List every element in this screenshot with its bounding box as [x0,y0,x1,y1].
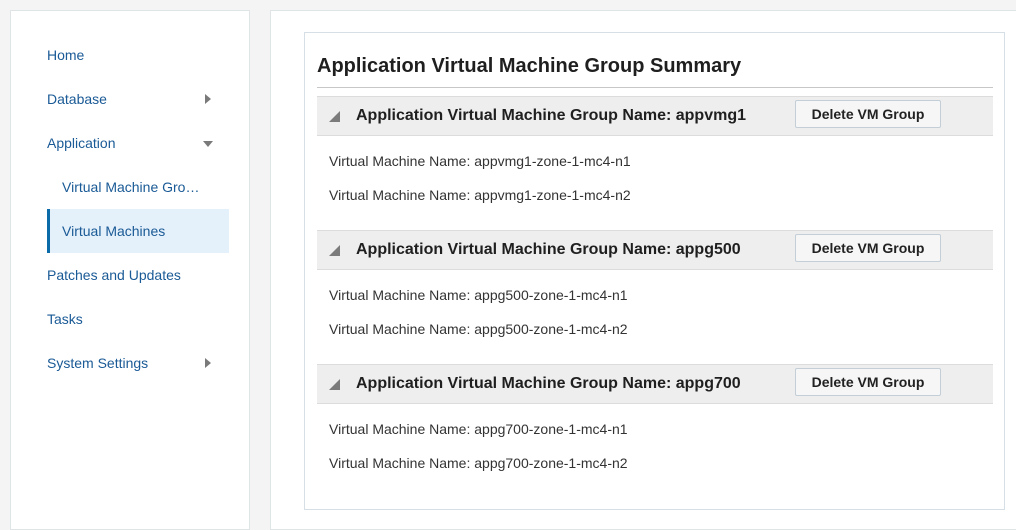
delete-vm-group-button[interactable]: Delete VM Group [795,234,941,262]
page-title: Application Virtual Machine Group Summar… [317,55,742,77]
vm-list: Virtual Machine Name: appg700-zone-1-mc4… [317,404,993,480]
vm-group-header: Application Virtual Machine Group Name: … [317,230,993,270]
nav-item-label: Application [47,135,116,151]
vm-list-item: Virtual Machine Name: appvmg1-zone-1-mc4… [329,153,631,169]
chevron-right-icon[interactable] [205,358,211,368]
delete-vm-group-button[interactable]: Delete VM Group [795,100,941,128]
nav-item-label: Virtual Machines [62,223,166,239]
nav-item-system-settings[interactable]: System Settings [47,341,229,385]
vm-group-name: Application Virtual Machine Group Name: … [356,107,746,124]
sidebar: Home Database Application Virtual Machin… [10,10,250,530]
vm-list: Virtual Machine Name: appvmg1-zone-1-mc4… [317,136,993,212]
nav-item-tasks[interactable]: Tasks [47,297,229,341]
vm-list: Virtual Machine Name: appg500-zone-1-mc4… [317,270,993,346]
nav-item-label: Patches and Updates [47,267,181,283]
nav-item-virtual-machine-groups[interactable]: Virtual Machine Groups [47,165,229,209]
collapse-triangle-icon[interactable] [329,245,340,256]
nav-item-label: Tasks [47,311,83,327]
vm-list-item: Virtual Machine Name: appg700-zone-1-mc4… [329,421,628,437]
nav-item-label: Virtual Machine Groups [62,179,207,195]
title-divider [317,87,993,88]
nav-item-application[interactable]: Application [47,121,229,165]
navigation-menu: Home Database Application Virtual Machin… [47,33,229,385]
vm-group-header: Application Virtual Machine Group Name: … [317,364,993,404]
nav-item-virtual-machines[interactable]: Virtual Machines [47,209,229,253]
nav-item-database[interactable]: Database [47,77,229,121]
vm-group-appg700: Application Virtual Machine Group Name: … [317,364,993,480]
nav-item-label: System Settings [47,355,149,371]
nav-item-home[interactable]: Home [47,33,229,77]
delete-vm-group-button[interactable]: Delete VM Group [795,368,941,396]
nav-item-label: Database [47,91,107,107]
vm-group-appvmg1: Application Virtual Machine Group Name: … [317,96,993,212]
nav-item-patches-and-updates[interactable]: Patches and Updates [47,253,229,297]
vm-list-item: Virtual Machine Name: appg500-zone-1-mc4… [329,321,628,337]
vm-list-item: Virtual Machine Name: appvmg1-zone-1-mc4… [329,187,631,203]
vm-group-summary: Application Virtual Machine Group Summar… [304,32,1005,510]
chevron-right-icon[interactable] [205,94,211,104]
vm-group-appg500: Application Virtual Machine Group Name: … [317,230,993,346]
chevron-down-icon[interactable] [203,141,213,147]
collapse-triangle-icon[interactable] [329,111,340,122]
nav-item-label: Home [47,47,85,63]
collapse-triangle-icon[interactable] [329,379,340,390]
vm-group-header: Application Virtual Machine Group Name: … [317,96,993,136]
vm-group-name: Application Virtual Machine Group Name: … [356,241,741,258]
vm-group-name: Application Virtual Machine Group Name: … [356,375,741,392]
vm-list-item: Virtual Machine Name: appg700-zone-1-mc4… [329,455,628,471]
vm-list-item: Virtual Machine Name: appg500-zone-1-mc4… [329,287,628,303]
